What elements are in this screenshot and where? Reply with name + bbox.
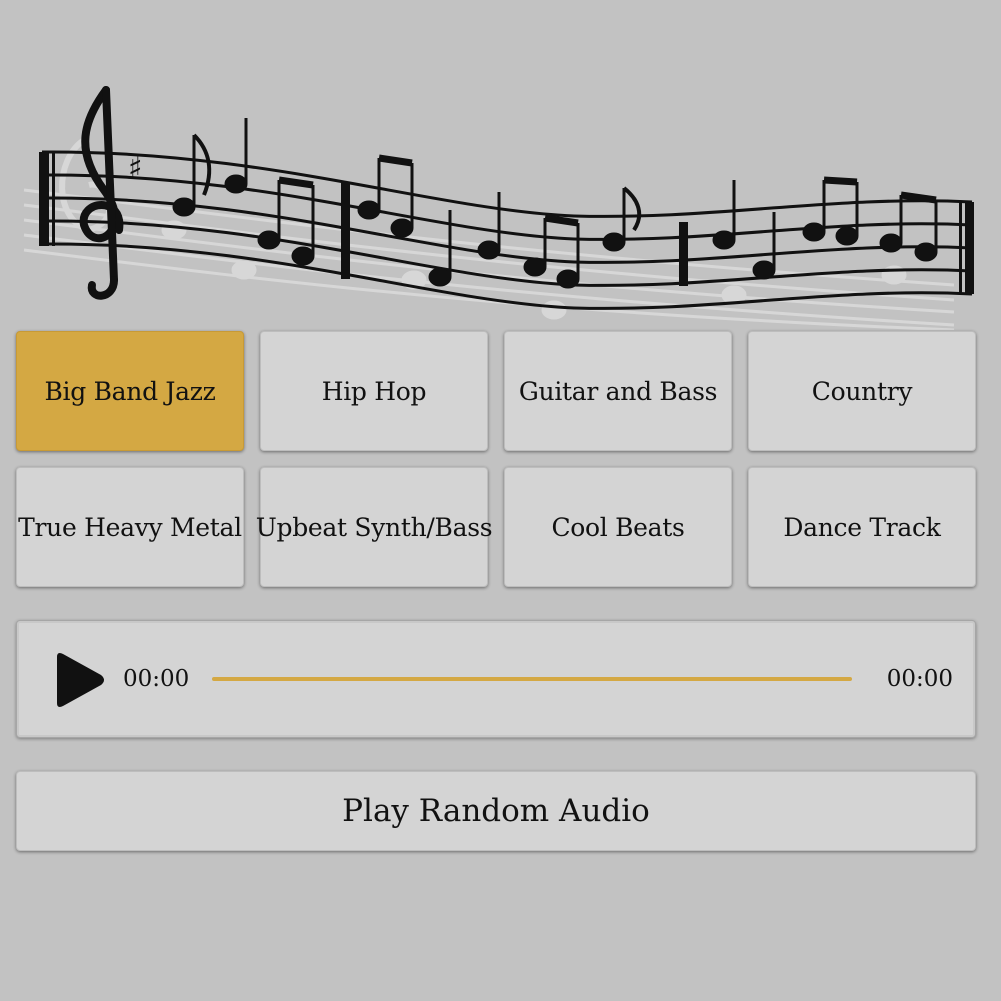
genre-button-dance-track[interactable]: Dance Track bbox=[748, 467, 976, 587]
current-time: 00:00 bbox=[123, 666, 190, 692]
progress-bar[interactable] bbox=[212, 677, 852, 681]
play-button[interactable] bbox=[51, 651, 107, 709]
music-staff-notes-image: ♯ bbox=[23, 86, 974, 330]
audio-player: 00:00 00:00 bbox=[16, 620, 976, 738]
page: ♯ Big Band Jazz Hip Hop Guitar and Bass … bbox=[0, 0, 1001, 1001]
genre-button-cool-beats[interactable]: Cool Beats bbox=[504, 467, 732, 587]
play-random-audio-button[interactable]: Play Random Audio bbox=[16, 771, 976, 851]
genre-button-grid: Big Band Jazz Hip Hop Guitar and Bass Co… bbox=[16, 331, 977, 587]
music-staff-banner: ♯ bbox=[14, 80, 986, 330]
genre-button-upbeat-synth-bass[interactable]: Upbeat Synth/Bass bbox=[256, 467, 493, 587]
genre-button-big-band-jazz[interactable]: Big Band Jazz bbox=[16, 331, 244, 451]
svg-text:♯: ♯ bbox=[128, 151, 143, 186]
total-time: 00:00 bbox=[886, 666, 953, 692]
genre-button-hip-hop[interactable]: Hip Hop bbox=[260, 331, 488, 451]
genre-button-true-heavy-metal[interactable]: True Heavy Metal bbox=[16, 467, 244, 587]
genre-button-guitar-and-bass[interactable]: Guitar and Bass bbox=[504, 331, 732, 451]
genre-button-country[interactable]: Country bbox=[748, 331, 976, 451]
play-icon bbox=[57, 653, 104, 707]
